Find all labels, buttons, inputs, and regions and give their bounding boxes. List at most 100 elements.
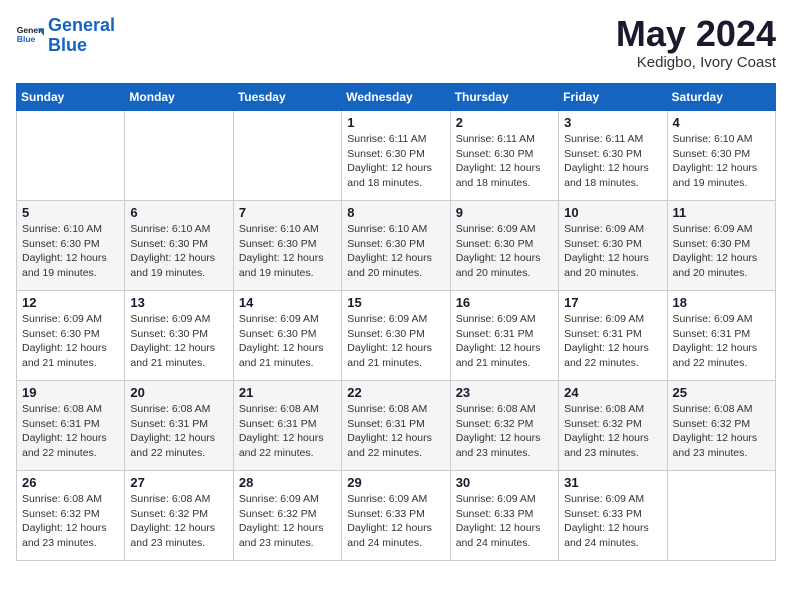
day-number: 19 bbox=[22, 385, 119, 400]
day-info: Sunrise: 6:08 AM Sunset: 6:31 PM Dayligh… bbox=[239, 402, 336, 461]
day-info: Sunrise: 6:09 AM Sunset: 6:33 PM Dayligh… bbox=[347, 492, 444, 551]
day-info: Sunrise: 6:08 AM Sunset: 6:31 PM Dayligh… bbox=[347, 402, 444, 461]
day-info: Sunrise: 6:09 AM Sunset: 6:30 PM Dayligh… bbox=[130, 312, 227, 371]
day-number: 22 bbox=[347, 385, 444, 400]
calendar-cell: 29 Sunrise: 6:09 AM Sunset: 6:33 PM Dayli… bbox=[342, 471, 450, 561]
calendar-cell: 23 Sunrise: 6:08 AM Sunset: 6:32 PM Dayli… bbox=[450, 381, 558, 471]
calendar-cell: 30 Sunrise: 6:09 AM Sunset: 6:33 PM Dayli… bbox=[450, 471, 558, 561]
calendar-cell bbox=[667, 471, 775, 561]
calendar-cell: 18 Sunrise: 6:09 AM Sunset: 6:31 PM Dayli… bbox=[667, 291, 775, 381]
calendar-cell: 8 Sunrise: 6:10 AM Sunset: 6:30 PM Daylig… bbox=[342, 201, 450, 291]
calendar-cell bbox=[125, 111, 233, 201]
day-number: 4 bbox=[673, 115, 770, 130]
calendar-cell: 2 Sunrise: 6:11 AM Sunset: 6:30 PM Daylig… bbox=[450, 111, 558, 201]
day-number: 11 bbox=[673, 205, 770, 220]
day-info: Sunrise: 6:09 AM Sunset: 6:33 PM Dayligh… bbox=[564, 492, 661, 551]
week-row-3: 12 Sunrise: 6:09 AM Sunset: 6:30 PM Dayli… bbox=[17, 291, 776, 381]
day-info: Sunrise: 6:09 AM Sunset: 6:31 PM Dayligh… bbox=[564, 312, 661, 371]
calendar-cell bbox=[233, 111, 341, 201]
calendar-cell: 1 Sunrise: 6:11 AM Sunset: 6:30 PM Daylig… bbox=[342, 111, 450, 201]
week-row-2: 5 Sunrise: 6:10 AM Sunset: 6:30 PM Daylig… bbox=[17, 201, 776, 291]
day-number: 7 bbox=[239, 205, 336, 220]
day-number: 15 bbox=[347, 295, 444, 310]
month-title: May 2024 bbox=[616, 16, 776, 52]
day-number: 1 bbox=[347, 115, 444, 130]
location-subtitle: Kedigbo, Ivory Coast bbox=[616, 54, 776, 71]
day-number: 26 bbox=[22, 475, 119, 490]
day-info: Sunrise: 6:11 AM Sunset: 6:30 PM Dayligh… bbox=[456, 132, 553, 191]
calendar-cell: 22 Sunrise: 6:08 AM Sunset: 6:31 PM Dayli… bbox=[342, 381, 450, 471]
day-number: 23 bbox=[456, 385, 553, 400]
weekday-friday: Friday bbox=[559, 84, 667, 111]
calendar-cell: 25Sunrise: 6:08 AM Sunset: 6:32 PM Dayli… bbox=[667, 381, 775, 471]
day-number: 28 bbox=[239, 475, 336, 490]
day-info: Sunrise: 6:10 AM Sunset: 6:30 PM Dayligh… bbox=[130, 222, 227, 281]
day-number: 24 bbox=[564, 385, 661, 400]
calendar-cell: 10 Sunrise: 6:09 AM Sunset: 6:30 PM Dayli… bbox=[559, 201, 667, 291]
weekday-monday: Monday bbox=[125, 84, 233, 111]
day-number: 8 bbox=[347, 205, 444, 220]
logo: General Blue GeneralBlue bbox=[16, 16, 115, 56]
title-block: May 2024 Kedigbo, Ivory Coast bbox=[616, 16, 776, 71]
day-number: 13 bbox=[130, 295, 227, 310]
calendar-cell: 12 Sunrise: 6:09 AM Sunset: 6:30 PM Dayli… bbox=[17, 291, 125, 381]
day-info: Sunrise: 6:08 AM Sunset: 6:32 PM Dayligh… bbox=[456, 402, 553, 461]
calendar-cell: 13 Sunrise: 6:09 AM Sunset: 6:30 PM Dayli… bbox=[125, 291, 233, 381]
calendar-cell: 15 Sunrise: 6:09 AM Sunset: 6:30 PM Dayli… bbox=[342, 291, 450, 381]
calendar-cell: 3Sunrise: 6:11 AM Sunset: 6:30 PM Daylig… bbox=[559, 111, 667, 201]
day-number: 14 bbox=[239, 295, 336, 310]
day-number: 27 bbox=[130, 475, 227, 490]
day-info: Sunrise: 6:09 AM Sunset: 6:32 PM Dayligh… bbox=[239, 492, 336, 551]
day-number: 29 bbox=[347, 475, 444, 490]
week-row-5: 26 Sunrise: 6:08 AM Sunset: 6:32 PM Dayli… bbox=[17, 471, 776, 561]
day-info: Sunrise: 6:08 AM Sunset: 6:31 PM Dayligh… bbox=[22, 402, 119, 461]
calendar-cell: 28 Sunrise: 6:09 AM Sunset: 6:32 PM Dayli… bbox=[233, 471, 341, 561]
calendar-cell bbox=[17, 111, 125, 201]
day-info: Sunrise: 6:09 AM Sunset: 6:30 PM Dayligh… bbox=[347, 312, 444, 371]
weekday-sunday: Sunday bbox=[17, 84, 125, 111]
day-number: 25 bbox=[673, 385, 770, 400]
logo-icon: General Blue bbox=[16, 22, 44, 50]
day-info: Sunrise: 6:08 AM Sunset: 6:31 PM Dayligh… bbox=[130, 402, 227, 461]
calendar-cell: 17 Sunrise: 6:09 AM Sunset: 6:31 PM Dayli… bbox=[559, 291, 667, 381]
day-number: 20 bbox=[130, 385, 227, 400]
day-number: 5 bbox=[22, 205, 119, 220]
day-number: 17 bbox=[564, 295, 661, 310]
calendar-cell: 5 Sunrise: 6:10 AM Sunset: 6:30 PM Daylig… bbox=[17, 201, 125, 291]
day-number: 6 bbox=[130, 205, 227, 220]
calendar-cell: 20 Sunrise: 6:08 AM Sunset: 6:31 PM Dayli… bbox=[125, 381, 233, 471]
calendar-cell: 7 Sunrise: 6:10 AM Sunset: 6:30 PM Daylig… bbox=[233, 201, 341, 291]
week-row-4: 19 Sunrise: 6:08 AM Sunset: 6:31 PM Dayli… bbox=[17, 381, 776, 471]
day-info: Sunrise: 6:09 AM Sunset: 6:33 PM Dayligh… bbox=[456, 492, 553, 551]
day-number: 30 bbox=[456, 475, 553, 490]
logo-text: GeneralBlue bbox=[48, 16, 115, 56]
day-info: Sunrise: 6:10 AM Sunset: 6:30 PM Dayligh… bbox=[22, 222, 119, 281]
day-number: 2 bbox=[456, 115, 553, 130]
calendar-cell: 27 Sunrise: 6:08 AM Sunset: 6:32 PM Dayli… bbox=[125, 471, 233, 561]
calendar-cell: 24Sunrise: 6:08 AM Sunset: 6:32 PM Dayli… bbox=[559, 381, 667, 471]
weekday-saturday: Saturday bbox=[667, 84, 775, 111]
day-info: Sunrise: 6:09 AM Sunset: 6:30 PM Dayligh… bbox=[22, 312, 119, 371]
day-info: Sunrise: 6:11 AM Sunset: 6:30 PM Dayligh… bbox=[347, 132, 444, 191]
day-info: Sunrise: 6:09 AM Sunset: 6:30 PM Dayligh… bbox=[239, 312, 336, 371]
day-number: 18 bbox=[673, 295, 770, 310]
calendar-cell: 26Sunrise: 6:08 AM Sunset: 6:32 PM Dayli… bbox=[17, 471, 125, 561]
day-number: 16 bbox=[456, 295, 553, 310]
svg-text:Blue: Blue bbox=[17, 34, 36, 44]
weekday-header-row: SundayMondayTuesdayWednesdayThursdayFrid… bbox=[17, 84, 776, 111]
day-number: 31 bbox=[564, 475, 661, 490]
day-number: 9 bbox=[456, 205, 553, 220]
day-number: 3 bbox=[564, 115, 661, 130]
day-number: 10 bbox=[564, 205, 661, 220]
calendar-cell: 31 Sunrise: 6:09 AM Sunset: 6:33 PM Dayli… bbox=[559, 471, 667, 561]
day-info: Sunrise: 6:09 AM Sunset: 6:31 PM Dayligh… bbox=[673, 312, 770, 371]
day-info: Sunrise: 6:09 AM Sunset: 6:30 PM Dayligh… bbox=[456, 222, 553, 281]
day-info: Sunrise: 6:10 AM Sunset: 6:30 PM Dayligh… bbox=[347, 222, 444, 281]
calendar-table: SundayMondayTuesdayWednesdayThursdayFrid… bbox=[16, 83, 776, 561]
week-row-1: 1 Sunrise: 6:11 AM Sunset: 6:30 PM Daylig… bbox=[17, 111, 776, 201]
day-info: Sunrise: 6:09 AM Sunset: 6:30 PM Dayligh… bbox=[564, 222, 661, 281]
day-number: 12 bbox=[22, 295, 119, 310]
day-info: Sunrise: 6:10 AM Sunset: 6:30 PM Dayligh… bbox=[239, 222, 336, 281]
weekday-wednesday: Wednesday bbox=[342, 84, 450, 111]
day-info: Sunrise: 6:08 AM Sunset: 6:32 PM Dayligh… bbox=[130, 492, 227, 551]
